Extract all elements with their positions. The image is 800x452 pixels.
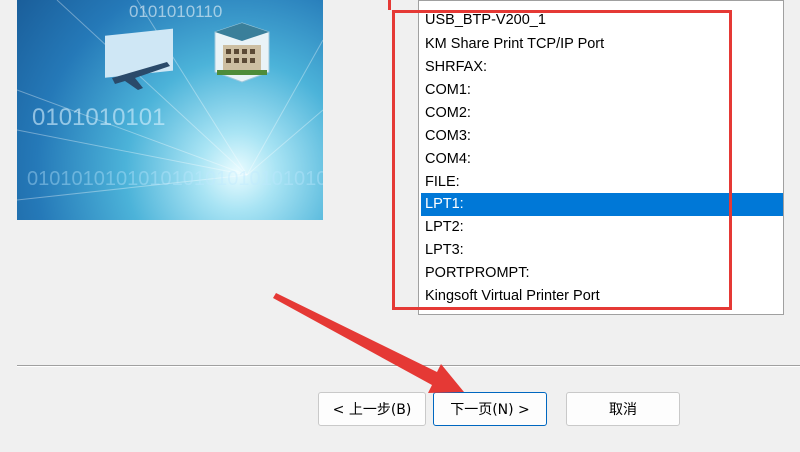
airplane-icon [105,28,173,90]
port-item-com2[interactable]: COM2: [421,102,783,125]
annotation-tick [388,0,391,10]
port-listbox[interactable]: USB_BTP-V200_1 KM Share Print TCP/IP Por… [418,0,784,315]
building-icon [214,22,270,83]
port-item-usb-btp[interactable]: USB_BTP-V200_1 [421,9,783,32]
port-item-file[interactable]: FILE: [421,171,783,194]
next-button[interactable]: 下一页(N) > [433,392,547,426]
cancel-button[interactable]: 取消 [566,392,680,426]
back-button[interactable]: < 上一步(B) [318,392,426,426]
port-item-lpt1[interactable]: LPT1: [421,193,783,216]
port-item-kingsoft[interactable]: Kingsoft Virtual Printer Port [421,285,783,308]
binary-text-mid: 0101010101 [32,104,165,131]
port-item-shrfax[interactable]: SHRFAX: [421,56,783,79]
port-item-portprompt[interactable]: PORTPROMPT: [421,262,783,285]
port-item-lpt2[interactable]: LPT2: [421,216,783,239]
wizard-illustration: 0101010110 0101010101 010101010101010101… [17,0,323,201]
port-item-com1[interactable]: COM1: [421,79,783,102]
port-item-com4[interactable]: COM4: [421,148,783,171]
port-item-lpt3[interactable]: LPT3: [421,239,783,262]
wizard-banner-image: 0101010110 0101010101 010101010101010101… [17,0,323,220]
binary-text-top: 0101010110 [129,2,222,21]
binary-text-bottom: 010101010101010101010101010101 [27,168,323,190]
port-item-km-share[interactable]: KM Share Print TCP/IP Port [421,33,783,56]
port-item-com3[interactable]: COM3: [421,125,783,148]
footer-separator [17,365,800,367]
